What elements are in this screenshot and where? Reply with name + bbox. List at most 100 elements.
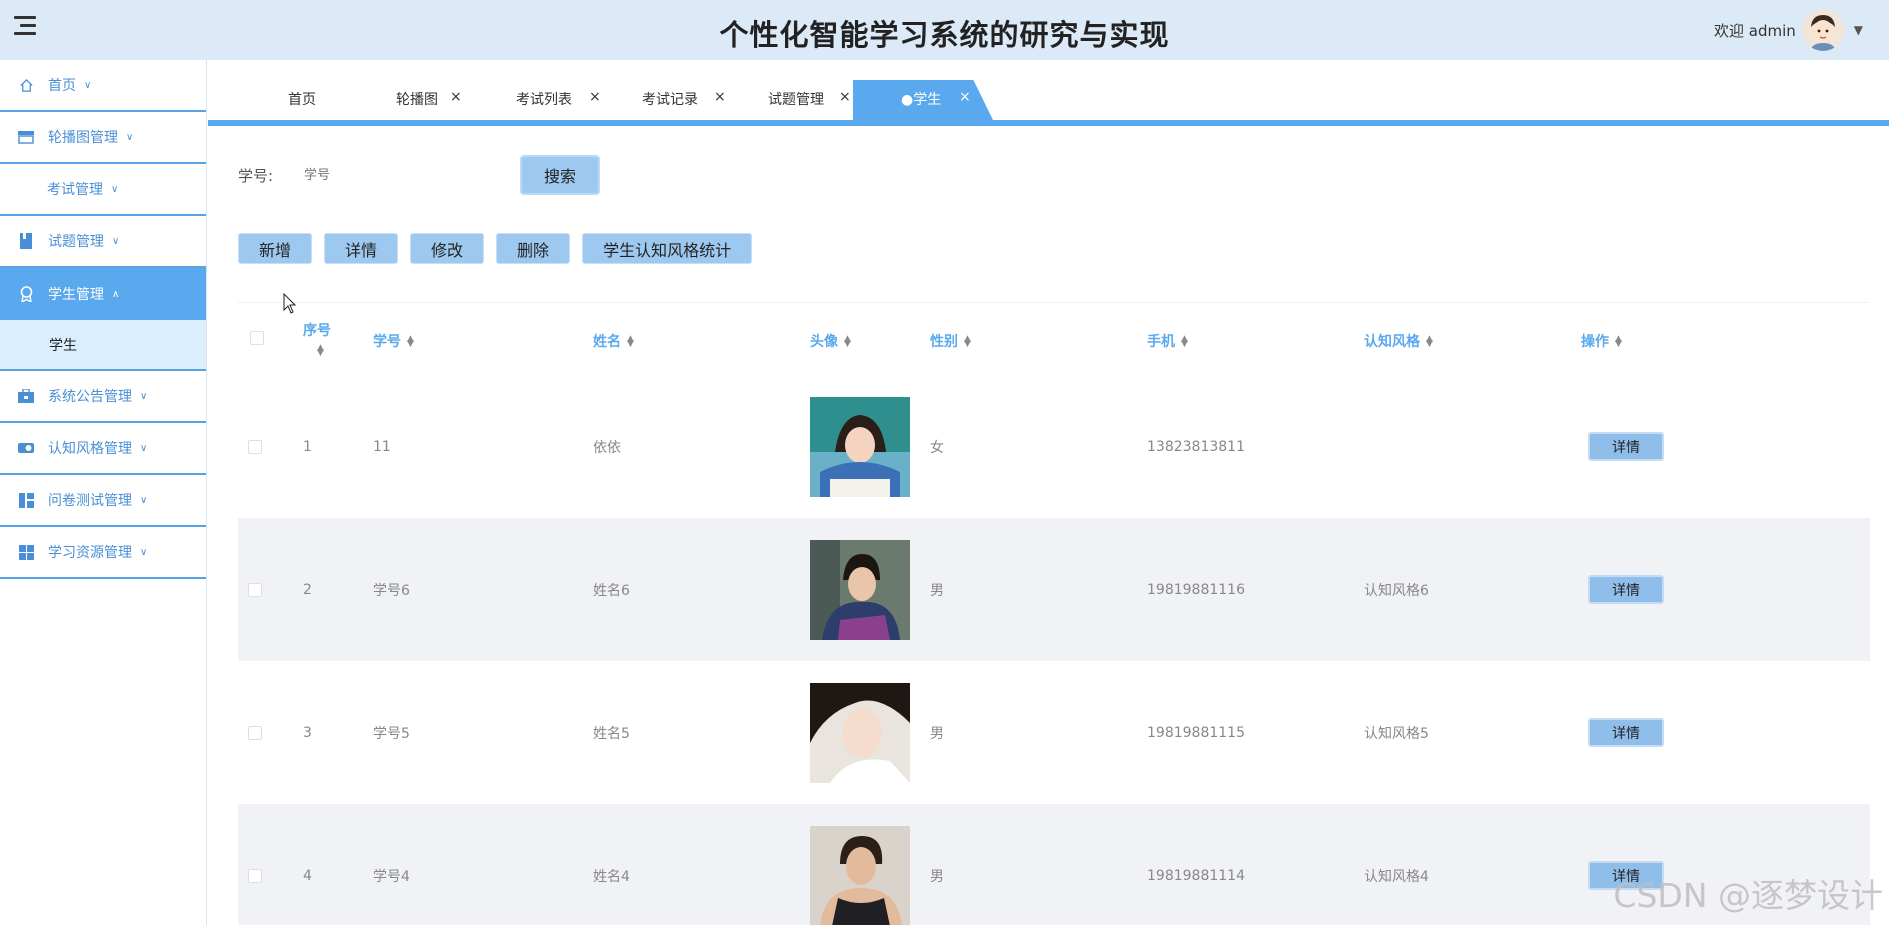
details-button[interactable]: 详情: [324, 233, 399, 264]
row-checkbox[interactable]: [248, 518, 262, 661]
column-header-name[interactable]: 姓名 ▲ ▼: [593, 331, 634, 351]
tab-home[interactable]: 首页: [288, 80, 316, 120]
delete-button[interactable]: 删除: [496, 233, 571, 264]
column-header-cognitive-style[interactable]: 认知风格 ▲ ▼: [1364, 331, 1433, 351]
sidebar-item-label: 首页: [48, 78, 76, 94]
sort-icon[interactable]: ▲ ▼: [1181, 335, 1188, 349]
search-button[interactable]: 搜索: [520, 155, 600, 195]
sidebar-subitem-student[interactable]: 学生: [0, 320, 206, 371]
sort-icon[interactable]: ▲ ▼: [964, 335, 971, 349]
sort-icon[interactable]: ▲ ▼: [317, 344, 324, 358]
cell-index: 1: [303, 438, 312, 455]
column-label: 操作: [1581, 334, 1609, 350]
chevron-down-icon[interactable]: ▼: [1854, 23, 1863, 37]
tab-exam-records[interactable]: 考试记录 ×: [642, 80, 726, 120]
cell-name: 姓名5: [593, 725, 630, 742]
book-icon: [18, 233, 34, 249]
column-label: 认知风格: [1364, 334, 1420, 350]
home-icon: [18, 77, 34, 93]
cognitive-style-stats-button[interactable]: 学生认知风格统计: [582, 233, 753, 264]
table-header: 序号 ▲ ▼ 学号 ▲ ▼ 姓名 ▲ ▼ 头像 ▲ ▼ 性别 ▲ ▼ 手机 ▲ ▼ 认知风格 ▲ ▼ 操作…: [238, 303, 1870, 375]
tab-carousel[interactable]: 轮播图 ×: [396, 80, 462, 120]
student-photo: [810, 825, 910, 925]
sidebar-item-carousel[interactable]: 轮播图管理 ∨: [0, 112, 206, 164]
column-header-gender[interactable]: 性别 ▲ ▼: [930, 331, 971, 351]
cell-student-id: 11: [373, 438, 391, 455]
close-icon[interactable]: ×: [714, 77, 726, 117]
tabs-bar: 首页 轮播图 × 考试列表 × 考试记录 × 试题管理 × ●学生 ×: [208, 60, 1889, 126]
sidebar-item-label: 学习资源管理: [48, 545, 132, 561]
cell-avatar: [810, 375, 910, 518]
close-icon[interactable]: ×: [450, 77, 462, 117]
sidebar-item-students[interactable]: 学生管理 ∧: [0, 268, 206, 320]
cell-gender: 男: [930, 582, 944, 599]
sidebar-item-resources[interactable]: 学习资源管理 ∨: [0, 527, 206, 579]
chevron-up-icon: ∧: [112, 288, 120, 300]
tab-label: 轮播图: [396, 92, 438, 108]
chevron-down-icon: ∨: [126, 131, 134, 143]
cell-actions: 详情: [1588, 661, 1664, 804]
cell-index: 3: [303, 724, 312, 741]
chevron-down-icon: ∨: [140, 442, 148, 454]
close-icon[interactable]: ×: [839, 77, 851, 117]
user-menu[interactable]: 欢迎 admin ▼: [1714, 8, 1863, 52]
student-icon: [18, 286, 34, 302]
students-table: 序号 ▲ ▼ 学号 ▲ ▼ 姓名 ▲ ▼ 头像 ▲ ▼ 性别 ▲ ▼ 手机 ▲ ▼ 认知风格 ▲ ▼ 操作…: [238, 302, 1870, 925]
avatar[interactable]: [1801, 9, 1844, 51]
sort-icon[interactable]: ▲ ▼: [627, 335, 634, 349]
student-photo: [810, 682, 910, 783]
sidebar-item-exam[interactable]: 考试管理 ∨: [0, 164, 206, 216]
cell-avatar: [810, 661, 910, 804]
row-checkbox[interactable]: [248, 661, 262, 804]
tab-exam-list[interactable]: 考试列表 ×: [516, 80, 601, 120]
student-id-search-input[interactable]: [298, 157, 508, 193]
column-label: 姓名: [593, 334, 621, 350]
cell-name: 姓名6: [593, 582, 630, 599]
table-row[interactable]: 3 学号5 姓名5 男 19819881115 认知风格5 详情: [238, 661, 1870, 804]
row-details-button[interactable]: 详情: [1588, 432, 1664, 461]
edit-button[interactable]: 修改: [410, 233, 485, 264]
cell-cognitive-style: 认知风格6: [1364, 582, 1429, 599]
chevron-down-icon: ∨: [140, 494, 148, 506]
row-details-button[interactable]: 详情: [1588, 718, 1664, 747]
table-row[interactable]: 1 11 依依 女 13823813811 详情: [238, 375, 1870, 518]
sidebar-item-cognitive-style[interactable]: 认知风格管理 ∨: [0, 423, 206, 475]
column-header-student-id[interactable]: 学号 ▲ ▼: [373, 331, 414, 351]
column-label: 头像: [810, 334, 838, 350]
sort-icon[interactable]: ▲ ▼: [1426, 335, 1433, 349]
tab-questions[interactable]: 试题管理 ×: [768, 80, 851, 120]
sidebar-item-label: 考试管理: [47, 182, 103, 198]
row-details-button[interactable]: 详情: [1588, 575, 1664, 604]
cell-cognitive-style: 认知风格5: [1364, 725, 1429, 742]
carousel-icon: [18, 129, 34, 145]
search-label: 学号:: [238, 166, 274, 185]
select-all-checkbox[interactable]: [250, 331, 264, 345]
windows-icon: [18, 544, 34, 560]
column-label: 序号: [303, 323, 331, 339]
sidebar-item-announcements[interactable]: 系统公告管理 ∨: [0, 371, 206, 423]
sidebar-item-questionnaire[interactable]: 问卷测试管理 ∨: [0, 475, 206, 527]
cell-gender: 男: [930, 868, 944, 885]
sort-icon[interactable]: ▲ ▼: [407, 335, 414, 349]
sidebar-item-questions[interactable]: 试题管理 ∨: [0, 216, 206, 268]
tab-student[interactable]: ●学生 ×: [853, 80, 993, 120]
row-checkbox[interactable]: [248, 375, 262, 518]
sidebar-item-home[interactable]: 首页 ∨: [0, 60, 206, 112]
cell-name: 依依: [593, 439, 621, 456]
table-row[interactable]: 2 学号6 姓名6 男 19819881116 认知风格6 详情: [238, 518, 1870, 661]
row-checkbox[interactable]: [248, 804, 262, 925]
column-header-index[interactable]: 序号 ▲ ▼: [303, 320, 331, 358]
chevron-down-icon: ∨: [84, 79, 92, 91]
sort-icon[interactable]: ▲ ▼: [1615, 335, 1622, 349]
tab-label: 首页: [288, 92, 316, 108]
column-header-phone[interactable]: 手机 ▲ ▼: [1147, 331, 1188, 351]
cell-cognitive-style: 认知风格4: [1364, 868, 1429, 885]
column-header-avatar[interactable]: 头像 ▲ ▼: [810, 331, 851, 351]
add-button[interactable]: 新增: [238, 233, 313, 264]
sort-icon[interactable]: ▲ ▼: [844, 335, 851, 349]
tab-label: 考试记录: [642, 92, 698, 108]
app-title: 个性化智能学习系统的研究与实现: [719, 18, 1170, 52]
close-icon[interactable]: ×: [959, 80, 971, 117]
column-header-actions[interactable]: 操作 ▲ ▼: [1581, 331, 1622, 351]
close-icon[interactable]: ×: [589, 77, 601, 117]
